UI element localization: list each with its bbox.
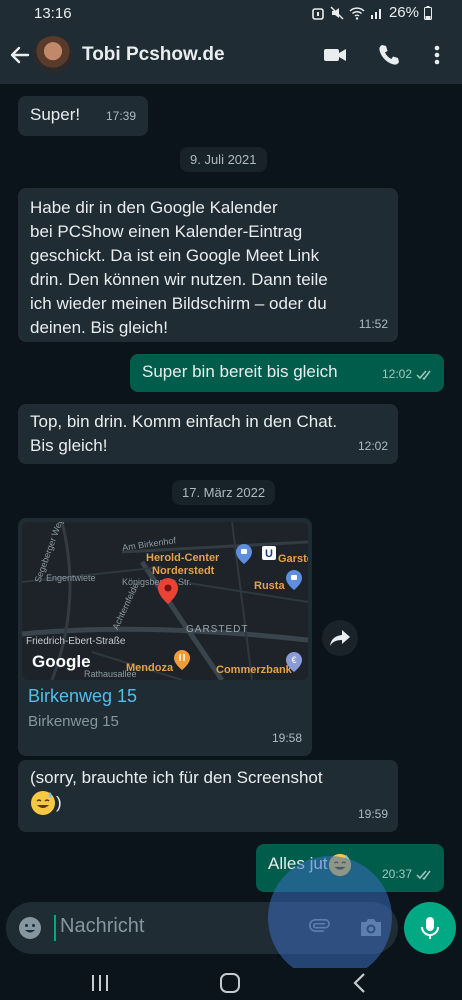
text-cursor bbox=[54, 915, 56, 941]
bank-pin-icon: € bbox=[286, 652, 302, 672]
nav-back-icon[interactable] bbox=[348, 972, 372, 994]
battery-percent: 26% bbox=[388, 4, 419, 21]
message-line: ich wieder meinen Bildschirm – oder du bbox=[30, 294, 327, 313]
street-label: Engentwiete bbox=[46, 573, 96, 583]
message-text: ) bbox=[56, 793, 62, 812]
battery-icon bbox=[424, 5, 432, 20]
date-separator: 9. Juli 2021 bbox=[180, 147, 267, 172]
message-incoming[interactable]: Top, bin drin. Komm einfach in den Chat.… bbox=[18, 404, 398, 464]
contact-name[interactable]: Tobi Pcshow.de bbox=[82, 44, 225, 66]
message-time: 19:58 bbox=[271, 731, 302, 745]
message-meta: 20:37 bbox=[382, 862, 434, 886]
message-time: 19:59 bbox=[357, 807, 388, 821]
alarm-icon bbox=[312, 7, 324, 20]
message-line: deinen. Bis gleich! bbox=[30, 318, 168, 337]
location-title[interactable]: Birkenweg 15 bbox=[28, 684, 137, 708]
home-icon[interactable] bbox=[218, 972, 242, 994]
message-line: bei PCShow einen Kalender-Eintrag bbox=[30, 222, 303, 241]
touch-ripple bbox=[268, 856, 392, 980]
status-icons: 26% bbox=[311, 4, 432, 21]
message-line: Bis gleich! bbox=[30, 436, 108, 455]
message-line: Top, bin drin. Komm einfach in den Chat. bbox=[30, 412, 338, 431]
location-message[interactable]: Segeberger Weg Am Birkenhof Engentwiete … bbox=[18, 518, 312, 756]
mute-icon bbox=[330, 5, 344, 20]
more-options-icon[interactable] bbox=[428, 42, 446, 68]
status-time: 13:16 bbox=[34, 5, 72, 22]
signal-icon bbox=[370, 8, 381, 19]
date-separator: 17. März 2022 bbox=[172, 480, 276, 505]
message-incoming[interactable]: Super! 17:39 bbox=[18, 96, 148, 136]
shopping-pin-icon bbox=[286, 570, 302, 590]
message-line: ) bbox=[30, 790, 386, 816]
restaurant-pin-icon bbox=[174, 650, 190, 670]
google-logo: Google bbox=[32, 652, 91, 671]
message-time: 11:52 bbox=[358, 317, 388, 331]
message-time: 12:02 bbox=[381, 367, 412, 381]
status-bar: 13:16 26% bbox=[0, 0, 462, 28]
message-time: 20:37 bbox=[381, 867, 412, 881]
map-preview[interactable]: Segeberger Weg Am Birkenhof Engentwiete … bbox=[22, 522, 308, 680]
message-text: Super! bbox=[30, 105, 81, 124]
message-input[interactable]: Nachricht bbox=[60, 915, 144, 938]
message-outgoing[interactable]: Super bin bereit bis gleich 12:02 bbox=[130, 354, 444, 392]
message-line: Habe dir in den Google Kalender bbox=[30, 198, 278, 217]
back-arrow-icon[interactable] bbox=[6, 41, 34, 69]
svg-text:U: U bbox=[265, 548, 273, 560]
recent-apps-icon[interactable] bbox=[88, 972, 112, 994]
chat-area[interactable]: Super! 17:39 9. Juli 2021 Habe dir in de… bbox=[0, 84, 462, 894]
voice-message-button[interactable] bbox=[404, 902, 456, 954]
phone-call-icon[interactable] bbox=[377, 42, 401, 68]
wifi-icon bbox=[349, 6, 365, 20]
message-line: geschickt. Da ist ein Google Meet Link bbox=[30, 246, 320, 265]
video-call-icon[interactable] bbox=[322, 42, 348, 68]
message-incoming[interactable]: Habe dir in den Google Kalender bei PCSh… bbox=[18, 188, 398, 342]
message-incoming[interactable]: (sorry, brauchte ich für den Screenshot … bbox=[18, 760, 398, 832]
location-subtitle: Birkenweg 15 bbox=[28, 713, 119, 730]
forward-icon bbox=[330, 630, 350, 646]
sweat-smile-emoji-icon bbox=[31, 791, 55, 815]
double-check-icon bbox=[416, 870, 431, 880]
message-line: drin. Den können wir nutzen. Dann teile bbox=[30, 270, 328, 289]
location-pin-icon bbox=[158, 578, 178, 604]
svg-text:€: € bbox=[291, 655, 296, 665]
message-text: Super bin bereit bis gleich bbox=[142, 362, 338, 381]
avatar[interactable] bbox=[34, 36, 72, 74]
district-label: GARSTEDT bbox=[186, 624, 249, 635]
system-nav-bar bbox=[0, 968, 462, 1000]
chat-header: Tobi Pcshow.de bbox=[0, 28, 462, 84]
message-time: 12:02 bbox=[357, 439, 388, 453]
message-time: 17:39 bbox=[105, 109, 136, 123]
message-meta: 12:02 bbox=[382, 362, 434, 386]
message-line: (sorry, brauchte ich für den Screenshot bbox=[30, 768, 323, 787]
emoji-icon[interactable] bbox=[18, 916, 42, 940]
microphone-icon bbox=[421, 917, 439, 939]
poi-label: Garste bbox=[278, 553, 308, 565]
poi-label: Rusta bbox=[254, 580, 285, 592]
shopping-pin-icon bbox=[236, 544, 252, 564]
u-bahn-icon: U bbox=[262, 546, 276, 560]
poi-label: Commerzbank bbox=[216, 664, 292, 676]
poi-label: Mendoza bbox=[126, 662, 174, 674]
double-check-icon bbox=[416, 370, 431, 380]
forward-button[interactable] bbox=[322, 620, 358, 656]
